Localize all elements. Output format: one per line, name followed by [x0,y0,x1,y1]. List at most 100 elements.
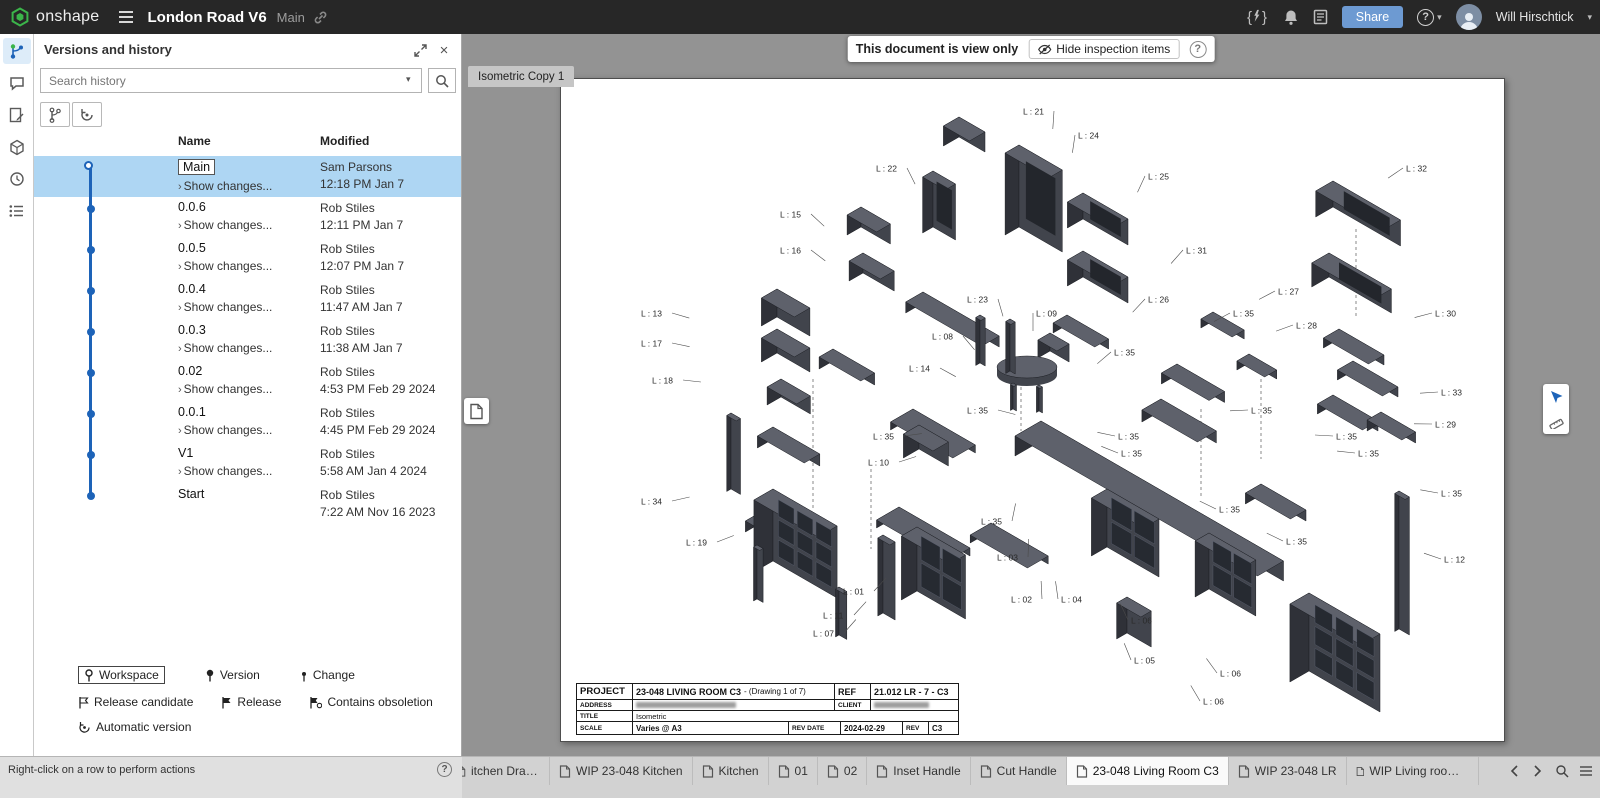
show-changes-link[interactable]: ›Show changes... [178,464,316,478]
svg-text:L : 02: L : 02 [1011,595,1032,605]
svg-text:L : 05: L : 05 [1134,656,1155,666]
svg-text:L : 19: L : 19 [686,538,707,548]
inspection-cursor-icon[interactable] [1545,386,1567,408]
version-row-0.0.3[interactable]: 0.0.3›Show changes...Rob Stiles11:38 AM … [34,320,461,361]
user-caret-icon[interactable]: ▾ [1587,12,1592,23]
drawing-viewport[interactable]: This document is view only Hide inspecti… [462,34,1600,756]
revdate-label: REV DATE [789,722,841,734]
version-row-0.0.5[interactable]: 0.0.5›Show changes...Rob Stiles12:07 PM … [34,238,461,279]
version-row-0.0.6[interactable]: 0.0.6›Show changes...Rob Stiles12:11 PM … [34,197,461,238]
sheets-panel-toggle[interactable] [464,398,489,424]
search-button[interactable] [428,68,456,93]
search-options-caret-icon[interactable]: ▾ [406,74,411,85]
document-tab[interactable]: Cut Handle [971,757,1067,785]
document-tab[interactable]: WIP 23-048 Kitchen [550,757,693,785]
version-name: V1 [178,446,193,460]
document-tab[interactable]: WIP Living room Individ... [1347,757,1479,785]
show-changes-link[interactable]: ›Show changes... [178,218,316,232]
expand-panel-icon[interactable] [411,41,429,59]
notes-icon[interactable] [3,102,31,128]
history-legend: Workspace Version Change Release candida… [78,666,433,745]
status-hint: Right-click on a row to perform actions [8,764,195,776]
project-label: PROJECT [577,684,633,699]
scroll-tabs-left-icon[interactable] [1504,761,1524,781]
svg-text:L : 35: L : 35 [1286,537,1307,547]
version-name: 0.0.3 [178,323,206,337]
svg-text:L : 17: L : 17 [641,339,662,349]
close-panel-icon[interactable]: × [435,41,453,59]
svg-text:L : 26: L : 26 [1148,295,1169,305]
version-name: Main [178,159,215,175]
notifications-bell-icon[interactable] [1283,9,1299,26]
versions-panel-icon[interactable] [3,38,31,64]
parts-cube-icon[interactable] [3,134,31,160]
avatar[interactable] [1456,4,1482,30]
release-candidate-flag-icon [78,696,89,709]
hide-inspection-items-button[interactable]: Hide inspection items [1028,39,1179,59]
version-row-Start[interactable]: Start Rob Stiles7:22 AM Nov 16 2023 [34,484,461,525]
version-name: 0.0.1 [178,405,206,419]
document-tab[interactable]: WIP 23-048 LR [1229,757,1347,785]
share-button[interactable]: Share [1342,6,1403,28]
tab-label: WIP 23-048 LR [1255,764,1337,778]
status-help-icon[interactable]: ? [437,762,452,777]
show-changes-link[interactable]: ›Show changes... [178,300,316,314]
document-tab[interactable]: 02 [818,757,867,785]
onshape-logo-icon[interactable] [10,7,30,27]
version-row-0.02[interactable]: 0.02›Show changes...Rob Stiles4:53 PM Fe… [34,361,461,402]
svg-text:L : 24: L : 24 [1078,131,1099,141]
version-row-0.0.1[interactable]: 0.0.1›Show changes...Rob Stiles4:45 PM F… [34,402,461,443]
properties-list-icon[interactable] [3,198,31,224]
drawing-tab-icon [559,765,571,778]
version-time: 7:22 AM Nov 16 2023 [320,504,435,521]
featurescript-icon[interactable]: {} [1247,9,1269,25]
document-tab[interactable]: 01 [769,757,818,785]
tab-label: WIP Living room Individ... [1369,764,1468,778]
show-changes-link[interactable]: ›Show changes... [178,382,316,396]
search-tabs-icon[interactable] [1552,761,1572,781]
comments-icon[interactable] [3,70,31,96]
version-node-icon [87,205,95,213]
filter-auto-versions-icon[interactable] [72,102,102,127]
version-author: Rob Stiles [320,487,435,504]
sheet-tab[interactable]: Isometric Copy 1 [468,66,574,87]
banner-help-icon[interactable]: ? [1189,41,1206,58]
document-tab[interactable]: 23-048 Living Room C3 [1067,757,1229,785]
version-author: Rob Stiles [320,241,404,258]
learning-center-icon[interactable] [1313,9,1328,25]
drawing-tab-icon [1238,765,1250,778]
filter-branches-icon[interactable] [40,102,70,127]
version-name: Start [178,487,204,501]
show-changes-link[interactable]: ›Show changes... [178,341,316,355]
version-row-V1[interactable]: V1›Show changes...Rob Stiles5:58 AM Jan … [34,443,461,484]
document-tab[interactable]: Kitchen [693,757,769,785]
show-changes-link[interactable]: ›Show changes... [178,179,316,193]
version-row-0.0.4[interactable]: 0.0.4›Show changes...Rob Stiles11:47 AM … [34,279,461,320]
measure-tool-icon[interactable] [1545,410,1567,432]
legend-change: Change [300,668,355,682]
client-label: CLIENT [835,700,871,710]
drawing-tab-icon [876,765,888,778]
version-time: 12:11 PM Jan 7 [320,217,403,234]
legend-release: Release [221,695,281,709]
svg-text:L : 18: L : 18 [652,376,673,386]
document-tab[interactable]: itchen Drawin... [462,757,550,785]
status-bar: Right-click on a row to perform actions … [0,756,462,798]
show-changes-link[interactable]: ›Show changes... [178,423,316,437]
help-icon[interactable]: ? [1417,9,1434,26]
help-caret-icon[interactable]: ▾ [1437,12,1442,23]
address-label: ADDRESS [577,700,633,710]
menu-icon[interactable] [118,10,134,24]
link-icon[interactable] [313,10,328,25]
search-input[interactable] [40,68,422,93]
version-row-Main[interactable]: Main›Show changes...Sam Parsons12:18 PM … [34,156,461,197]
show-changes-link[interactable]: ›Show changes... [178,259,316,273]
version-name: 0.0.4 [178,282,206,296]
drawing-sheet[interactable]: L : 21L : 24L : 22L : 32L : 25L : 15L : … [560,78,1505,742]
scroll-tabs-right-icon[interactable] [1528,761,1548,781]
document-tab[interactable]: Inset Handle [867,757,970,785]
tab-manager-icon[interactable] [1576,761,1596,781]
version-node-icon [87,287,95,295]
history-clock-icon[interactable] [3,166,31,192]
svg-text:L : 03: L : 03 [997,553,1018,563]
